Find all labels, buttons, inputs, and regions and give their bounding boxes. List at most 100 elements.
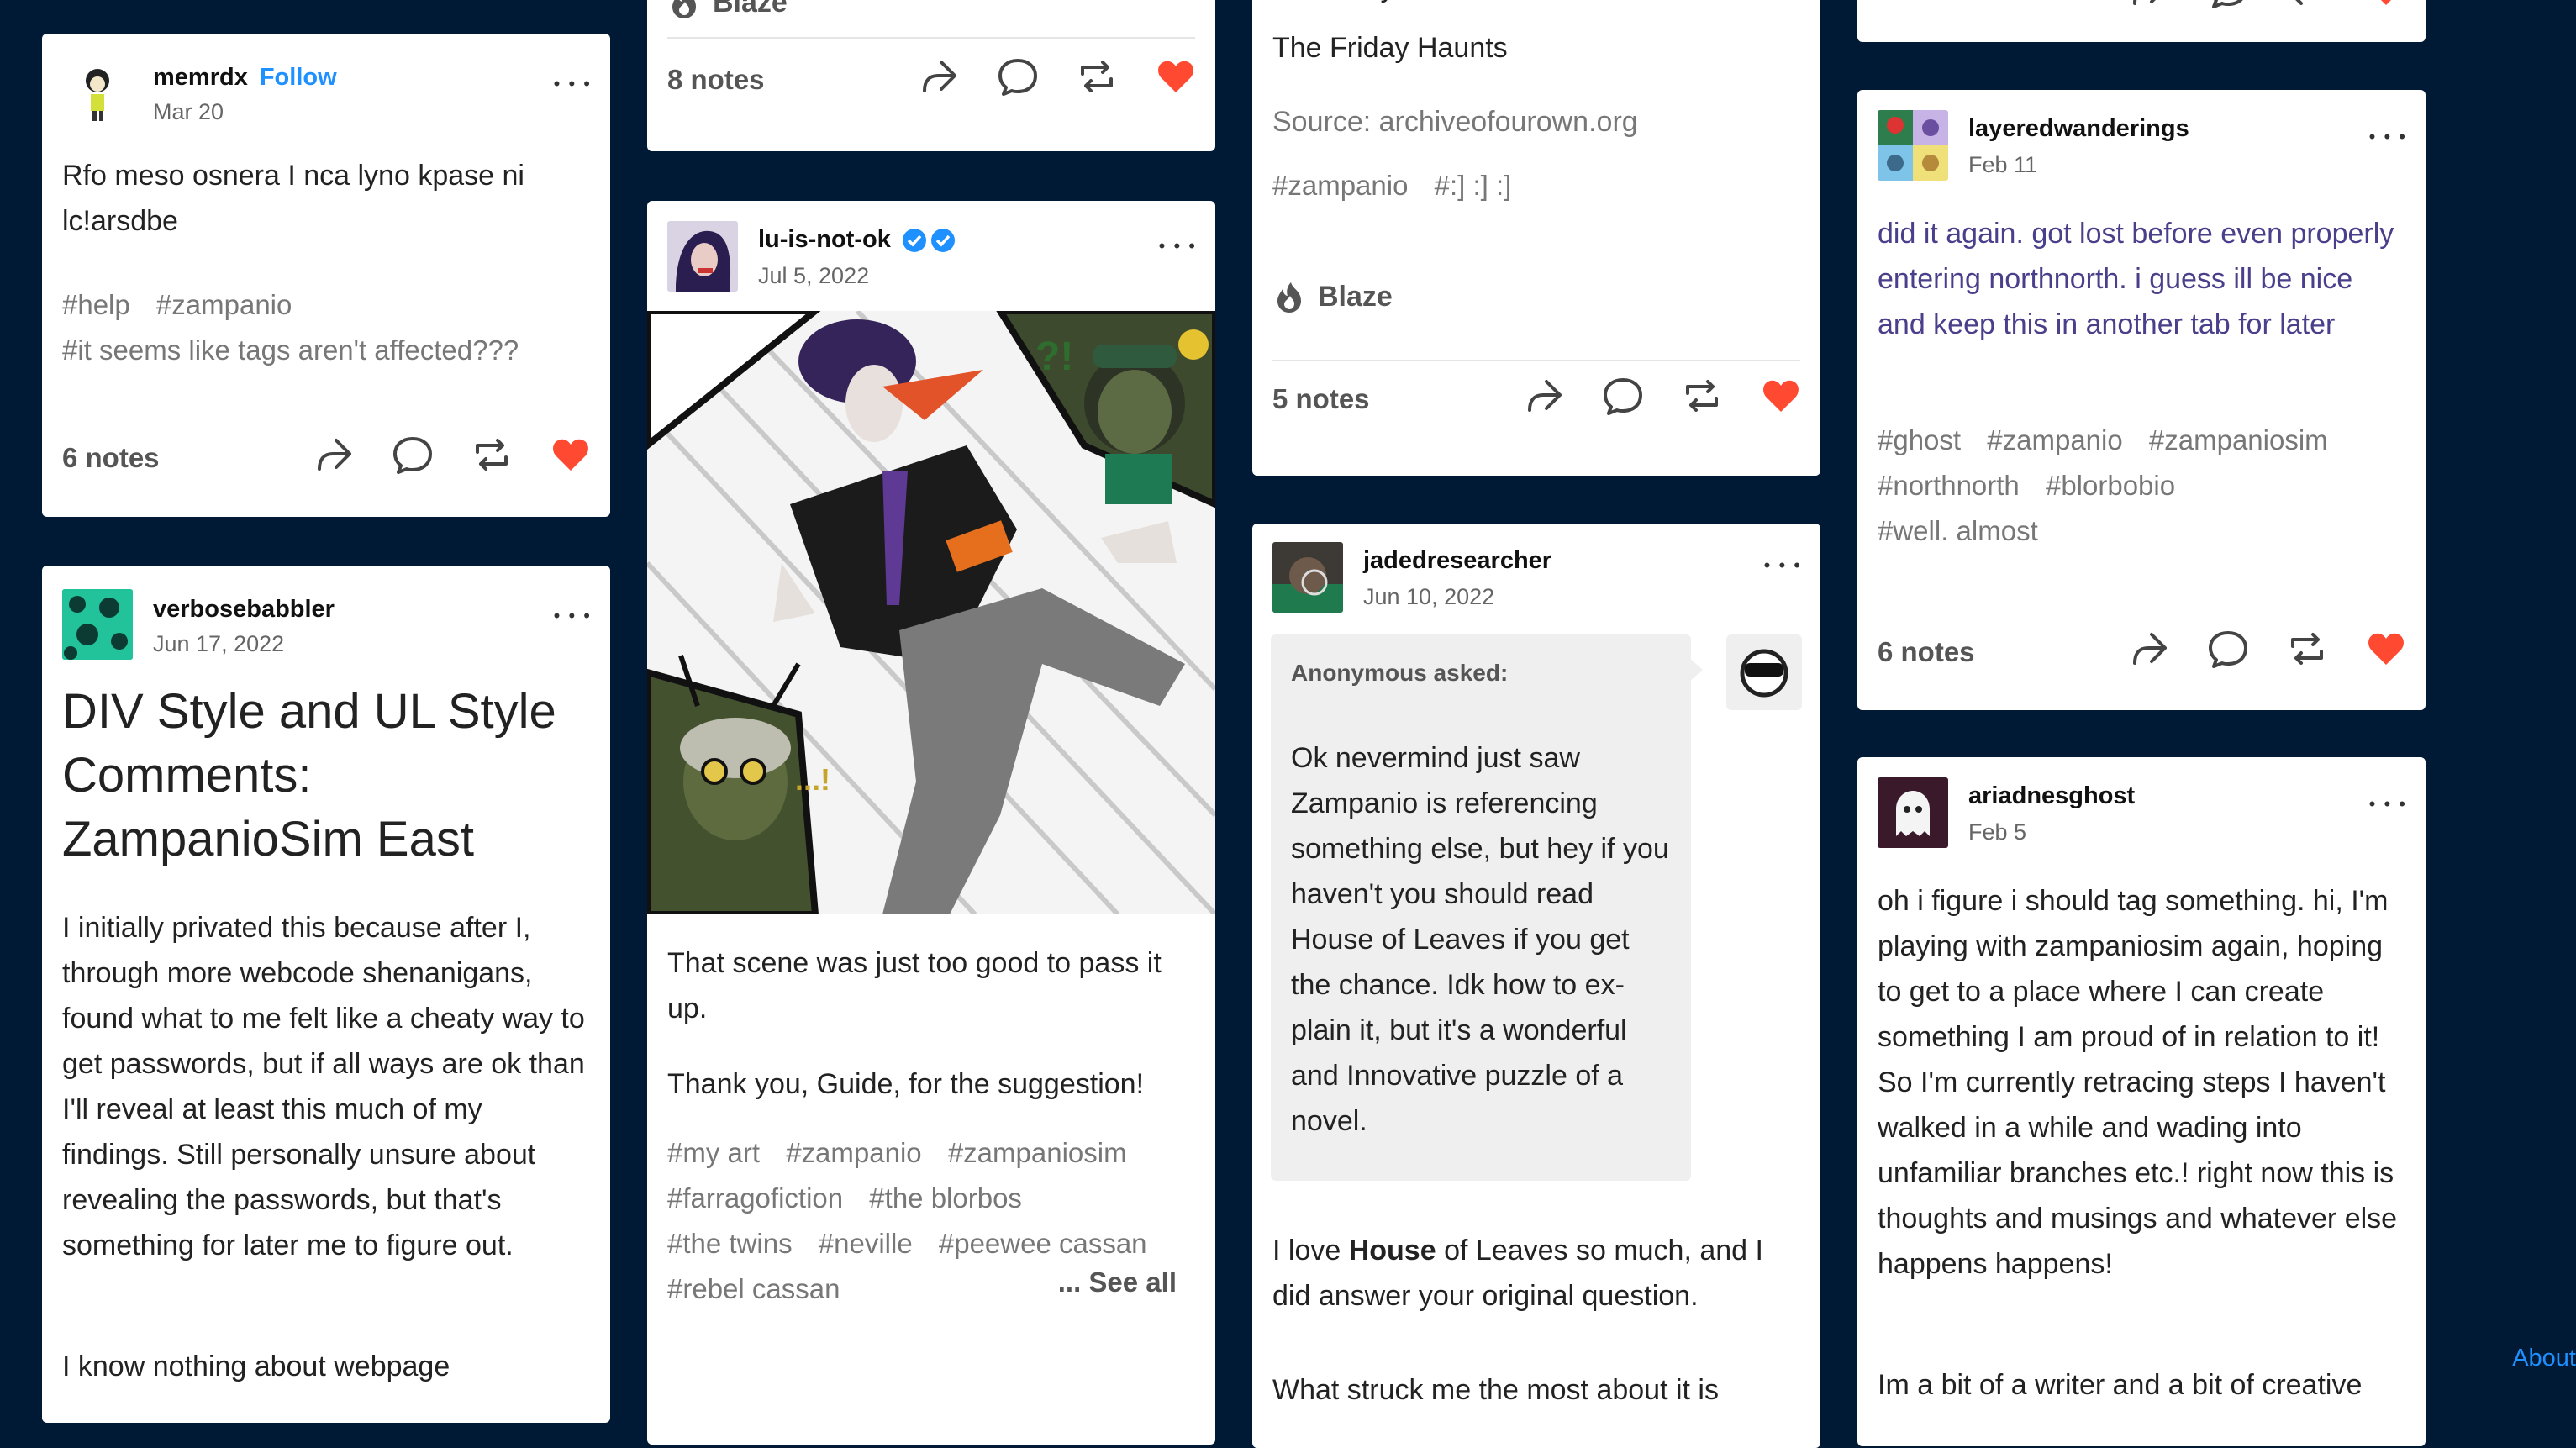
reply-icon[interactable] xyxy=(2205,626,2251,671)
answer-text: I love xyxy=(1272,1235,1349,1266)
avatar[interactable] xyxy=(1878,777,1948,848)
heart-icon[interactable] xyxy=(2363,0,2409,12)
reply-icon[interactable] xyxy=(1600,373,1646,419)
post-author: layeredwanderings xyxy=(1968,115,2189,143)
post-header: layeredwanderings Feb 11 xyxy=(1857,90,2426,191)
post-header: lu-is-not-ok Jul 5, 2022 xyxy=(647,201,1215,302)
notes-count[interactable]: 5 notes xyxy=(1272,383,1370,415)
heart-icon[interactable] xyxy=(1758,373,1804,419)
more-icon[interactable] xyxy=(1764,552,1802,574)
reblog-icon[interactable] xyxy=(469,432,514,477)
tag[interactable]: #zampaniosim xyxy=(948,1137,1127,1168)
blaze-button[interactable]: Blaze xyxy=(1272,277,1393,316)
post-date[interactable]: Jun 17, 2022 xyxy=(153,631,284,657)
post-actions xyxy=(311,432,593,477)
more-icon[interactable] xyxy=(2369,791,2407,813)
ask-bubble: Anonymous asked: Ok nevermind just saw Z… xyxy=(1271,634,1691,1181)
post-author: verbosebabbler xyxy=(153,596,335,624)
avatar[interactable] xyxy=(667,221,738,292)
tag[interactable]: #it seems like tags aren't affected??? xyxy=(62,334,519,366)
post-date[interactable]: Feb 5 xyxy=(1968,819,2026,845)
follow-button[interactable]: Follow xyxy=(260,64,337,92)
more-icon[interactable] xyxy=(1159,233,1197,255)
post-jadedresearcher: jadedresearcher Jun 10, 2022 Anonymous a… xyxy=(1252,524,1820,1448)
about-link[interactable]: About xyxy=(2512,1345,2576,1372)
post-layeredwanderings: layeredwanderings Feb 11 did it again. g… xyxy=(1857,90,2426,710)
tag[interactable]: #my art xyxy=(667,1137,760,1168)
post-date[interactable]: Feb 11 xyxy=(1968,152,2037,178)
post-lu-is-not-ok: lu-is-not-ok Jul 5, 2022 ?! xyxy=(647,201,1215,1445)
answer-bold: House xyxy=(1348,1235,1436,1266)
post-verbosebabbler: verbosebabbler Jun 17, 2022 DIV Style an… xyxy=(42,566,610,1423)
tag[interactable]: #well. almost xyxy=(1878,515,2038,546)
username[interactable]: jadedresearcher xyxy=(1363,547,1551,575)
tag[interactable]: #northnorth xyxy=(1878,470,2020,501)
post-date[interactable]: Mar 20 xyxy=(153,99,224,125)
tag[interactable]: #zampaniosim xyxy=(2149,424,2328,455)
more-icon[interactable] xyxy=(554,603,592,624)
post-ariadnesghost: ariadnesghost Feb 5 oh i figure i should… xyxy=(1857,757,2426,1446)
blaze-icon xyxy=(672,0,696,18)
post-actions xyxy=(2126,0,2409,12)
tag[interactable]: #ghost xyxy=(1878,424,1961,455)
share-icon[interactable] xyxy=(311,432,356,477)
blaze-button[interactable]: Blaze xyxy=(667,0,788,22)
art-mark-ellipsis: ...! xyxy=(795,762,830,797)
heart-icon[interactable] xyxy=(548,432,593,477)
more-icon[interactable] xyxy=(2369,124,2407,145)
tag[interactable]: #the blorbos xyxy=(869,1182,1022,1214)
notes-count[interactable]: 6 notes xyxy=(62,442,160,474)
tag[interactable]: #zampanio xyxy=(1987,424,2122,455)
reblog-icon[interactable] xyxy=(2284,626,2330,671)
share-icon[interactable] xyxy=(2126,0,2172,12)
username[interactable]: ariadnesghost xyxy=(1968,782,2135,810)
reply-icon[interactable] xyxy=(2205,0,2251,12)
reply-icon[interactable] xyxy=(995,54,1040,99)
avatar[interactable] xyxy=(62,57,133,128)
heart-icon[interactable] xyxy=(2363,626,2409,671)
fic-title[interactable]: The Friday Haunts xyxy=(1272,25,1800,71)
see-all-link[interactable]: ... See all xyxy=(1058,1266,1177,1298)
post-image[interactable]: ?! ...! xyxy=(647,308,1215,918)
avatar[interactable] xyxy=(1272,542,1343,613)
post-actions xyxy=(916,54,1198,99)
post-author: memrdx Follow xyxy=(153,64,337,92)
tag[interactable]: #blorbobio xyxy=(2046,470,2175,501)
username[interactable]: memrdx xyxy=(153,64,248,92)
blaze-label: Blaze xyxy=(1318,280,1393,313)
reply-icon[interactable] xyxy=(390,432,435,477)
username[interactable]: lu-is-not-ok xyxy=(758,226,891,254)
avatar[interactable] xyxy=(62,589,133,660)
tag[interactable]: #the twins xyxy=(667,1228,793,1259)
share-icon[interactable] xyxy=(1521,373,1567,419)
share-icon[interactable] xyxy=(916,54,961,99)
tag[interactable]: #zampanio xyxy=(156,289,292,320)
tag[interactable]: #:] :] :] xyxy=(1435,170,1512,201)
notes-count[interactable]: 6 notes xyxy=(1878,636,1975,668)
post-date[interactable]: Jun 10, 2022 xyxy=(1363,584,1494,610)
tag[interactable]: #peewee cassan xyxy=(939,1228,1147,1259)
reblog-icon[interactable] xyxy=(1074,54,1119,99)
reblog-icon[interactable] xyxy=(2284,0,2330,12)
tag[interactable]: #farragofiction xyxy=(667,1182,843,1214)
tag[interactable]: #rebel cassan xyxy=(667,1273,840,1304)
post-memrdx: memrdx Follow Mar 20 Rfo meso osnera I n… xyxy=(42,34,610,517)
tag[interactable]: #help xyxy=(62,289,130,320)
post-header: memrdx Follow Mar 20 xyxy=(42,34,610,134)
avatar[interactable] xyxy=(1878,110,1948,181)
tag[interactable]: #zampanio xyxy=(1272,170,1408,201)
ask-asker: Anonymous asked: xyxy=(1291,660,1509,686)
notes-count[interactable]: 8 notes xyxy=(667,64,765,96)
share-icon[interactable] xyxy=(2126,626,2172,671)
ask-bubble-tail xyxy=(1689,658,1703,682)
heart-icon[interactable] xyxy=(1153,54,1198,99)
username[interactable]: layeredwanderings xyxy=(1968,115,2189,143)
reblog-icon[interactable] xyxy=(1679,373,1725,419)
tag[interactable]: #neville xyxy=(819,1228,913,1259)
tag[interactable]: #zampanio xyxy=(786,1137,921,1168)
post-text: Im a bit of a writer and a bit of creati… xyxy=(1878,1369,2363,1401)
fic-source[interactable]: Source: archiveofourown.org xyxy=(1272,99,1800,145)
username[interactable]: verbosebabbler xyxy=(153,596,335,624)
more-icon[interactable] xyxy=(554,71,592,92)
post-date[interactable]: Jul 5, 2022 xyxy=(758,263,869,289)
